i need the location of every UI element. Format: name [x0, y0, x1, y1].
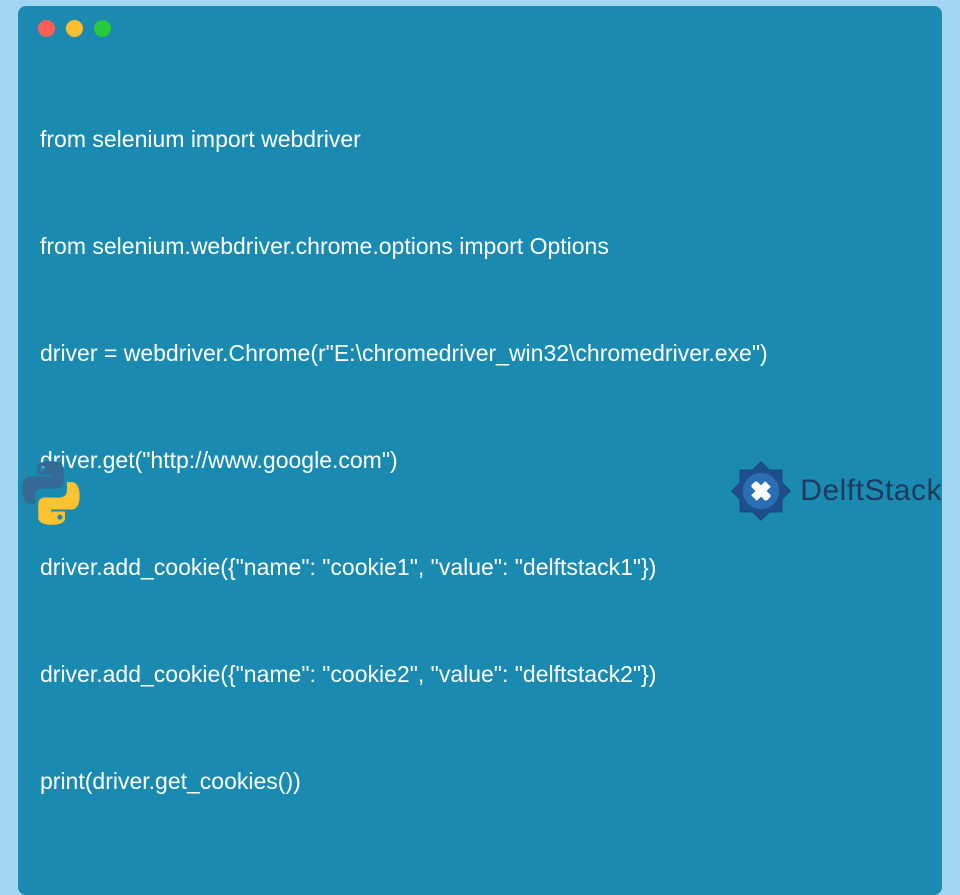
window-titlebar — [18, 6, 942, 47]
close-icon[interactable] — [38, 20, 55, 37]
code-line: from selenium import webdriver — [40, 122, 920, 158]
code-panel: from selenium import webdriver from sele… — [18, 6, 942, 895]
brand-name: DelftStack — [800, 474, 942, 508]
code-line: driver.add_cookie({"name": "cookie2", "v… — [40, 657, 920, 693]
code-line: driver = webdriver.Chrome(r"E:\chromedri… — [40, 336, 920, 372]
brand-logo: DelftStack — [726, 456, 942, 526]
minimize-icon[interactable] — [66, 20, 83, 37]
code-line: from selenium.webdriver.chrome.options i… — [40, 229, 920, 265]
code-line: print(driver.get_cookies()) — [40, 764, 920, 800]
delftstack-icon — [726, 456, 796, 526]
code-line: driver.add_cookie({"name": "cookie1", "v… — [40, 550, 920, 586]
python-logo-icon — [16, 458, 86, 528]
maximize-icon[interactable] — [94, 20, 111, 37]
